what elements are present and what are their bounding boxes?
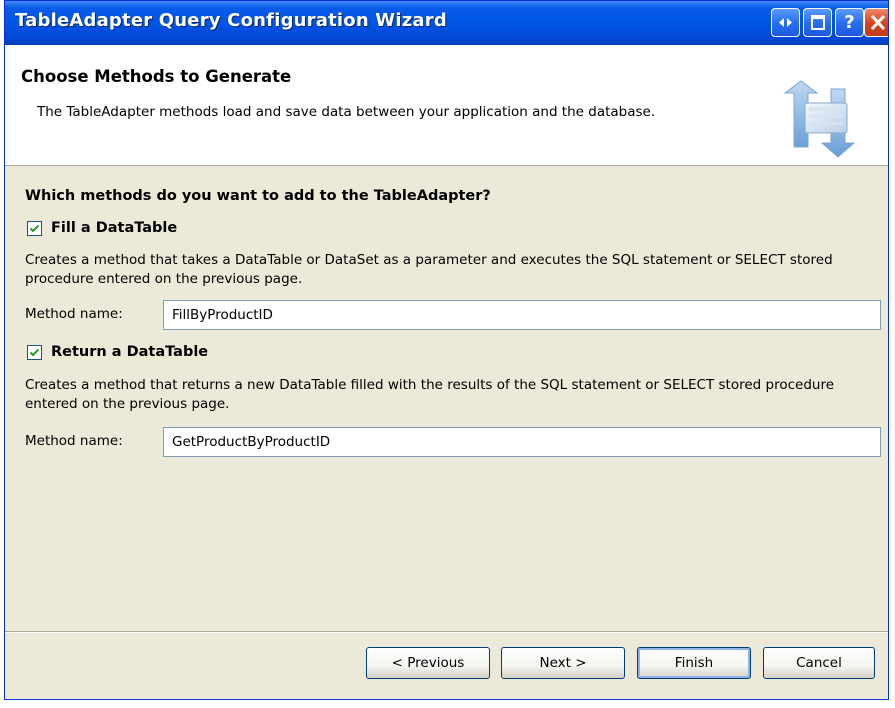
- next-button[interactable]: Next >: [501, 647, 625, 679]
- fill-datatable-label[interactable]: Fill a DataTable: [51, 220, 177, 236]
- footer-divider: [5, 631, 888, 633]
- return-method-name-input[interactable]: [163, 427, 881, 457]
- page-description: The TableAdapter methods load and save d…: [37, 104, 656, 120]
- fill-datatable-checkbox[interactable]: [27, 220, 42, 236]
- close-icon: [870, 14, 886, 31]
- page-title: Choose Methods to Generate: [21, 67, 292, 86]
- return-method-name-label: Method name:: [25, 433, 123, 449]
- help-icon: ?: [844, 12, 855, 33]
- return-datatable-checkbox[interactable]: [27, 344, 42, 360]
- data-transfer-icon: [775, 75, 875, 165]
- fill-datatable-description: Creates a method that takes a DataTable …: [25, 252, 833, 287]
- window-title: TableAdapter Query Configuration Wizard: [15, 10, 447, 31]
- previous-button[interactable]: < Previous: [366, 647, 490, 679]
- fill-method-name-label: Method name:: [25, 306, 123, 322]
- return-datatable-option[interactable]: Return a DataTable: [27, 344, 208, 360]
- fill-datatable-option[interactable]: Fill a DataTable: [27, 220, 177, 236]
- cancel-button[interactable]: Cancel: [763, 647, 875, 679]
- fill-method-name-input[interactable]: [163, 300, 881, 330]
- restore-icon[interactable]: [803, 8, 832, 37]
- methods-question: Which methods do you want to add to the …: [25, 188, 491, 204]
- scroll-arrows-icon[interactable]: [771, 8, 800, 37]
- title-bar[interactable]: TableAdapter Query Configuration Wizard …: [5, 1, 888, 45]
- return-datatable-label[interactable]: Return a DataTable: [51, 344, 208, 360]
- wizard-window: TableAdapter Query Configuration Wizard …: [4, 0, 889, 700]
- check-icon: [29, 224, 40, 232]
- finish-button[interactable]: Finish: [637, 647, 751, 679]
- check-icon: [29, 348, 40, 356]
- wizard-header: Choose Methods to Generate The TableAdap…: [5, 45, 888, 166]
- help-button[interactable]: ?: [835, 8, 864, 37]
- return-datatable-description: Creates a method that returns a new Data…: [25, 377, 835, 412]
- close-button[interactable]: [864, 8, 888, 37]
